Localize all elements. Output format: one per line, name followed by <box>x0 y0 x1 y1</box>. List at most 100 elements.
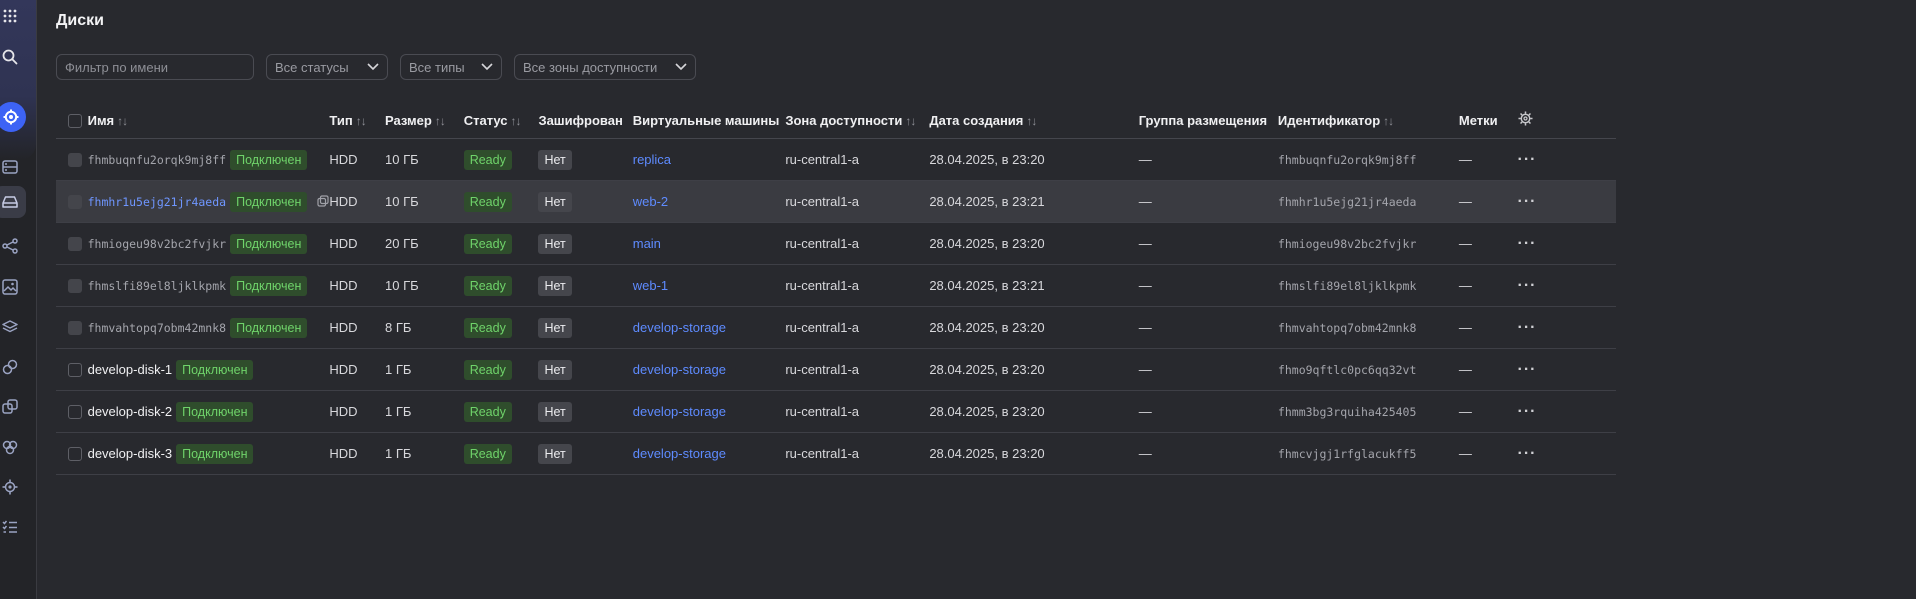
placement-groups-icon[interactable] <box>0 437 20 457</box>
row-actions-menu-icon[interactable]: ··· <box>1518 319 1537 336</box>
row-actions-menu-icon[interactable]: ··· <box>1518 277 1537 294</box>
column-created[interactable]: Дата создания ↑↓ <box>929 102 1139 139</box>
status-badge: Ready <box>463 443 512 464</box>
vm-link[interactable]: main <box>633 236 661 251</box>
vm-link[interactable]: develop-storage <box>633 404 726 419</box>
row-checkbox[interactable] <box>68 405 82 420</box>
row-actions-menu-icon[interactable]: ··· <box>1518 235 1537 252</box>
network-icon[interactable] <box>0 236 20 256</box>
disk-name[interactable]: develop-disk-1 <box>88 362 173 377</box>
placement-cell: — <box>1138 138 1278 181</box>
row-checkbox[interactable] <box>68 237 82 252</box>
page-title: Диски <box>56 12 104 29</box>
id-cell: fhmvahtopq7obm42mnk8 <box>1277 321 1417 335</box>
table-row[interactable]: fhmvahtopq7obm42mnk8 Подключен HDD 8 ГБ R… <box>56 306 1616 349</box>
column-id[interactable]: Идентификатор ↑↓ <box>1277 102 1459 139</box>
disk-name[interactable]: develop-disk-3 <box>88 446 173 461</box>
created-cell: 28.04.2025, в 23:20 <box>929 138 1139 181</box>
disk-size: 10 ГБ <box>385 264 464 307</box>
encrypted-badge: Нет <box>538 443 572 464</box>
chevron-down-icon <box>481 63 493 71</box>
vm-link[interactable]: develop-storage <box>633 362 726 377</box>
column-size[interactable]: Размер ↑↓ <box>385 102 464 139</box>
image-icon[interactable] <box>0 277 20 297</box>
row-checkbox[interactable] <box>68 279 82 294</box>
server-icon[interactable] <box>0 157 20 177</box>
attached-badge: Подключен <box>230 191 308 212</box>
disk-size: 1 ГБ <box>385 348 464 391</box>
vm-link[interactable]: replica <box>633 152 671 167</box>
zone-cell: ru-central1-a <box>785 180 930 223</box>
row-actions-menu-icon[interactable]: ··· <box>1518 445 1537 462</box>
apps-grid-icon[interactable] <box>0 6 20 26</box>
vm-link[interactable]: develop-storage <box>633 320 726 335</box>
disk-icon[interactable] <box>0 192 20 212</box>
table-row[interactable]: fhmslfi89el8ljklkpmk Подключен HDD 10 ГБ … <box>56 264 1616 307</box>
column-type[interactable]: Тип ↑↓ <box>329 102 386 139</box>
copy-icon[interactable] <box>317 194 330 210</box>
placement-cell: — <box>1138 180 1278 223</box>
instance-groups-icon[interactable] <box>0 357 20 377</box>
disk-name[interactable]: fhmhr1u5ejg21jr4aeda <box>88 195 226 209</box>
vm-link[interactable]: develop-storage <box>633 446 726 461</box>
attached-badge: Подключен <box>230 317 308 338</box>
id-cell: fhmhr1u5ejg21jr4aeda <box>1277 195 1417 209</box>
disk-name[interactable]: fhmiogeu98v2bc2fvjkr <box>88 237 226 251</box>
type-filter-select[interactable]: Все типы <box>400 54 502 80</box>
created-cell: 28.04.2025, в 23:20 <box>929 432 1139 475</box>
row-actions-menu-icon[interactable]: ··· <box>1518 193 1537 210</box>
chevron-down-icon <box>675 63 687 71</box>
disk-name[interactable]: develop-disk-2 <box>88 404 173 419</box>
encrypted-badge: Нет <box>538 149 572 170</box>
created-cell: 28.04.2025, в 23:20 <box>929 348 1139 391</box>
id-cell: fhmm3bg3rquiha425405 <box>1277 405 1417 419</box>
row-actions-menu-icon[interactable]: ··· <box>1518 361 1537 378</box>
disk-name[interactable]: fhmvahtopq7obm42mnk8 <box>88 321 226 335</box>
column-labels: Метки <box>1458 102 1518 139</box>
row-actions-menu-icon[interactable]: ··· <box>1518 403 1537 420</box>
table-row[interactable]: develop-disk-1 Подключен HDD 1 ГБ Ready Н… <box>56 348 1616 391</box>
attached-badge: Подключен <box>230 275 308 296</box>
operations-list-icon[interactable] <box>0 517 20 537</box>
table-row[interactable]: fhmbuqnfu2orqk9mj8ff Подключен HDD 10 ГБ … <box>56 138 1616 181</box>
zone-filter-select[interactable]: Все зоны доступности <box>514 54 696 80</box>
row-checkbox[interactable] <box>68 447 82 462</box>
layers-icon[interactable] <box>0 317 20 337</box>
column-status[interactable]: Статус ↑↓ <box>463 102 539 139</box>
name-filter-input[interactable] <box>56 54 254 80</box>
labels-cell: — <box>1458 390 1518 433</box>
column-placement: Группа размещения <box>1138 102 1278 139</box>
disk-name[interactable]: fhmslfi89el8ljklkpmk <box>88 279 226 293</box>
search-icon[interactable] <box>0 47 20 67</box>
select-all-checkbox[interactable] <box>68 113 82 128</box>
sort-icon: ↑↓ <box>355 113 367 128</box>
filter-bar: Все статусы Все типы Все зоны доступност… <box>56 54 696 80</box>
row-checkbox[interactable] <box>68 153 82 168</box>
row-checkbox[interactable] <box>68 195 82 210</box>
labels-cell: — <box>1458 432 1518 475</box>
row-checkbox[interactable] <box>68 363 82 378</box>
status-badge: Ready <box>463 317 512 338</box>
column-zone[interactable]: Зона доступности ↑↓ <box>785 102 930 139</box>
placement-cell: — <box>1138 432 1278 475</box>
table-row[interactable]: develop-disk-2 Подключен HDD 1 ГБ Ready Н… <box>56 390 1616 433</box>
sort-icon: ↑↓ <box>905 113 916 128</box>
status-filter-select[interactable]: Все статусы <box>266 54 388 80</box>
disk-type: HDD <box>329 348 386 391</box>
snapshots-icon[interactable] <box>0 397 20 417</box>
settings-icon[interactable] <box>0 477 20 497</box>
column-settings-gear-icon[interactable] <box>1517 111 1533 129</box>
column-name[interactable]: Имя ↑↓ <box>87 102 330 139</box>
vm-link[interactable]: web-2 <box>633 194 668 209</box>
row-actions-menu-icon[interactable]: ··· <box>1518 151 1537 168</box>
disk-size: 1 ГБ <box>385 390 464 433</box>
row-checkbox[interactable] <box>68 321 82 336</box>
disk-name[interactable]: fhmbuqnfu2orqk9mj8ff <box>88 153 226 167</box>
created-cell: 28.04.2025, в 23:20 <box>929 306 1139 349</box>
encrypted-badge: Нет <box>538 359 572 380</box>
table-row[interactable]: fhmiogeu98v2bc2fvjkr Подключен HDD 20 ГБ … <box>56 222 1616 265</box>
table-row[interactable]: develop-disk-3 Подключен HDD 1 ГБ Ready Н… <box>56 432 1616 475</box>
status-filter-value: Все статусы <box>275 59 349 75</box>
vm-link[interactable]: web-1 <box>633 278 668 293</box>
table-row[interactable]: fhmhr1u5ejg21jr4aeda Подключен HDD 10 ГБ … <box>56 180 1616 223</box>
